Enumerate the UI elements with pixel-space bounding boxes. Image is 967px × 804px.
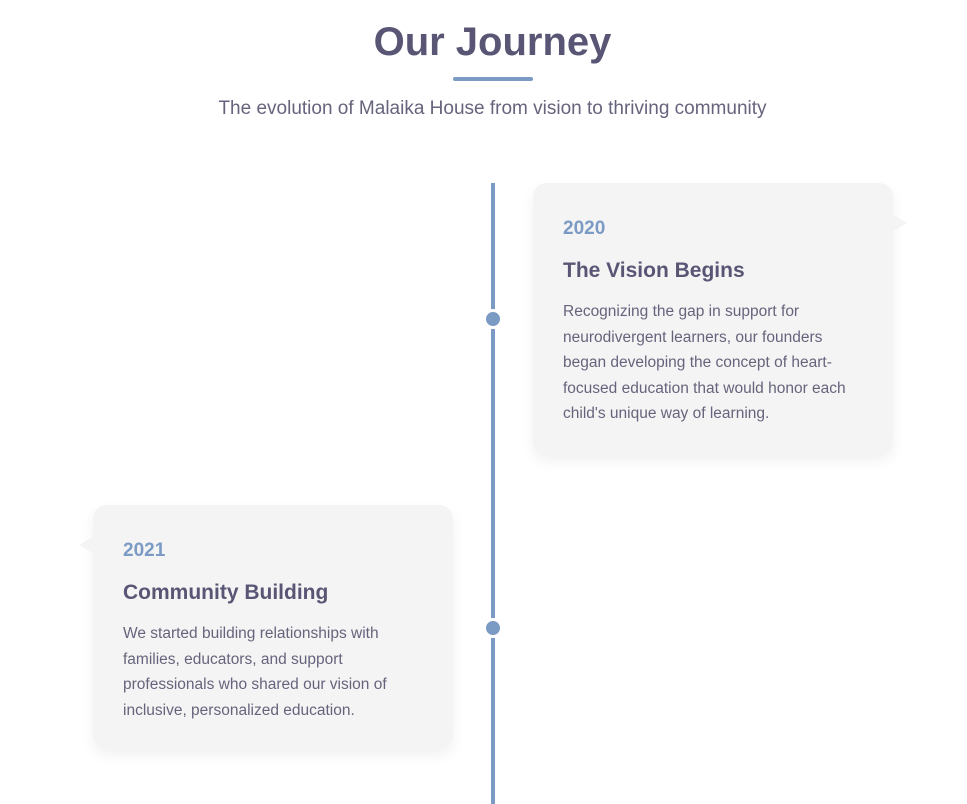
timeline-card-2021: 2021 Community Building We started build… [79, 505, 453, 749]
section-subtitle: The evolution of Malaika House from visi… [218, 98, 767, 119]
timeline-description: Recognizing the gap in support for neuro… [563, 303, 846, 422]
timeline-marker-2021 [483, 618, 503, 638]
timeline-description: We started building relationships with f… [123, 625, 387, 719]
timeline-card-2020: 2020 The Vision Begins Recognizing the g… [533, 183, 907, 455]
timeline-year: 2021 [123, 540, 166, 561]
timeline-line [491, 183, 495, 804]
timeline-title: The Vision Begins [563, 259, 745, 282]
timeline-marker-2020 [483, 309, 503, 329]
timeline-title: Community Building [123, 581, 329, 604]
journey-section: Our Journey The evolution of Malaika Hou… [0, 0, 967, 804]
section-title: Our Journey [373, 20, 612, 64]
title-underline [453, 77, 533, 81]
timeline-year: 2020 [563, 218, 606, 239]
